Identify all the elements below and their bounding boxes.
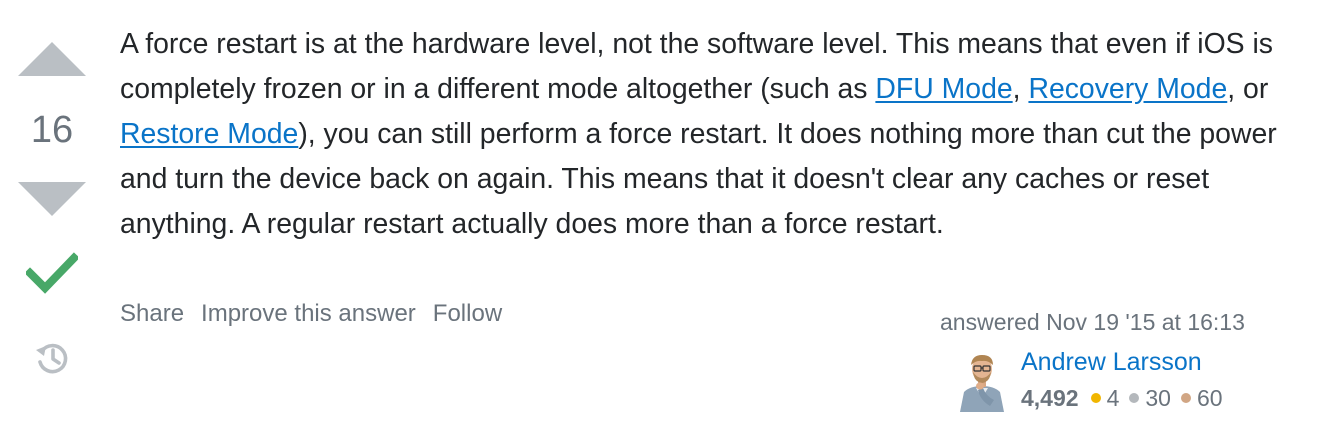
gold-badge-count: 4 (1090, 382, 1120, 414)
accepted-checkmark-icon (24, 246, 80, 298)
improve-answer-link[interactable]: Improve this answer (201, 298, 416, 330)
link-recovery-mode[interactable]: Recovery Mode (1028, 73, 1227, 105)
link-dfu-mode[interactable]: DFU Mode (875, 73, 1012, 105)
history-clock-icon[interactable] (34, 340, 70, 376)
upvote-arrow-icon[interactable] (18, 42, 86, 76)
post-menu: Share Improve this answer Follow (120, 298, 502, 330)
answer-text: , or (1227, 73, 1269, 105)
share-link[interactable]: Share (120, 298, 184, 330)
bronze-badge-value: 60 (1196, 385, 1223, 411)
silver-badge-value: 30 (1145, 385, 1171, 411)
vote-column: 16 (0, 0, 104, 432)
downvote-arrow-icon[interactable] (18, 182, 86, 216)
follow-link[interactable]: Follow (433, 298, 502, 330)
link-restore-mode[interactable]: Restore Mode (120, 118, 298, 150)
gold-badge-value: 4 (1106, 385, 1120, 411)
reputation-score: 4,492 (1021, 385, 1079, 411)
answer-text: , (1012, 73, 1029, 105)
silver-badge-icon (1129, 393, 1140, 403)
answer-body: A force restart is at the hardware level… (120, 22, 1330, 247)
gold-badge-icon (1090, 393, 1101, 403)
silver-badge-count: 30 (1129, 382, 1171, 414)
answered-timestamp: answered Nov 19 '15 at 16:13 (940, 309, 1245, 335)
vote-count: 16 (30, 109, 74, 151)
user-card: answered Nov 19 '15 at 16:13 Andrew Lars… (940, 306, 1320, 422)
bronze-badge-icon (1180, 393, 1191, 403)
user-stats: 4,492 4 30 60 (1021, 382, 1233, 414)
user-name-link[interactable]: Andrew Larsson (1021, 346, 1202, 378)
avatar[interactable] (950, 348, 1014, 412)
bronze-badge-count: 60 (1180, 382, 1223, 414)
